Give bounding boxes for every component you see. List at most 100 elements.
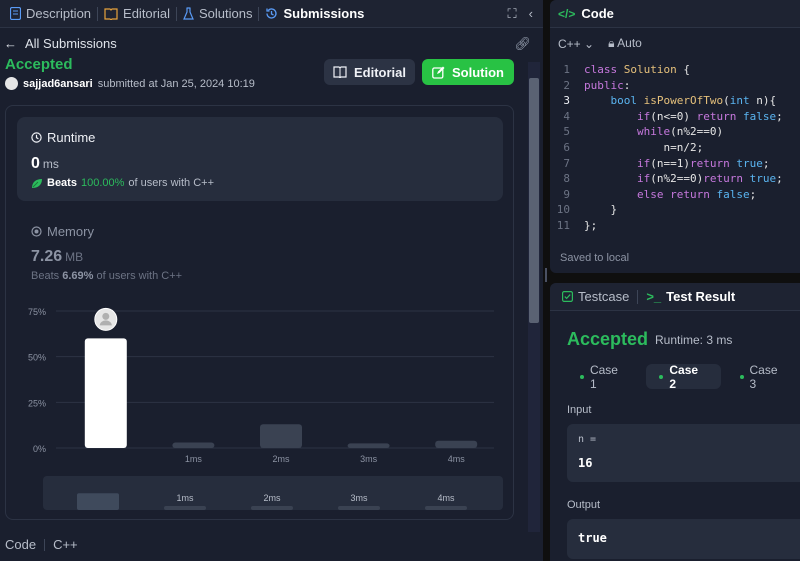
chart-bar: [435, 440, 478, 448]
chart-bar: [260, 424, 302, 448]
memory-title[interactable]: Memory: [31, 224, 94, 239]
code-text: };: [584, 218, 598, 232]
runtime-beats: Beats 100.00% of users with C++: [31, 177, 214, 189]
code-text: bool isPowerOfTwo(int n){: [610, 94, 777, 108]
tab-submissions[interactable]: Submissions: [259, 0, 370, 28]
editorial-button-label: Editorial: [353, 64, 406, 80]
chevron-down-icon: ⌄: [584, 36, 595, 51]
code-line[interactable]: 3 bool isPowerOfTwo(int n){: [550, 94, 800, 110]
line-number: 7: [563, 156, 570, 170]
resize-grip[interactable]: [545, 268, 547, 282]
code-label: Code: [5, 537, 37, 552]
tab-editorial-label: Editorial: [123, 6, 170, 21]
pass-dot-icon: [659, 374, 664, 379]
code-text: }: [584, 203, 618, 217]
code-section-header: Code C++: [5, 537, 78, 552]
case-tab-label: Case 3: [749, 362, 778, 391]
line-number: 2: [563, 78, 570, 92]
memory-title-label: Memory: [47, 224, 94, 239]
runtime-number: 0: [31, 155, 40, 172]
chart-bar: [84, 338, 127, 448]
code-line[interactable]: 2 public:: [550, 79, 800, 95]
submitted-time: submitted at Jan 25, 2024 10:19: [97, 77, 255, 90]
output-box[interactable]: true: [567, 519, 800, 559]
runtime-section[interactable]: Runtime 0 ms Beats 100.00% of users with …: [17, 117, 503, 201]
runtime-title-label: Runtime: [47, 130, 96, 145]
code-line[interactable]: 4 if(n<=0) return false;: [550, 110, 800, 126]
line-number: 1: [563, 63, 570, 76]
back-arrow-icon[interactable]: ←: [4, 36, 17, 51]
line-number: 3: [563, 94, 570, 108]
code-editor[interactable]: 1 class Solution {2 public: 3 bool isPowerO…: [550, 63, 800, 235]
auto-mode[interactable]: 🔒︎ Auto: [608, 36, 642, 51]
code-text: while(n%2==0): [636, 125, 724, 139]
tab-description[interactable]: Description: [4, 0, 97, 28]
code-line[interactable]: 7 if(n==1)return true;: [550, 157, 800, 173]
app-root: Description Editorial Solutions Submissi…: [0, 0, 800, 561]
mini-bar: [164, 506, 206, 510]
memory-chip-icon: [31, 226, 42, 237]
tab-editorial[interactable]: Editorial: [98, 0, 176, 28]
tab-solutions[interactable]: Solutions: [177, 0, 258, 28]
memory-beats-suffix: of users with C++: [96, 270, 183, 282]
case-tab-1[interactable]: Case 1: [567, 363, 640, 391]
memory-beats-pct: 6.69%: [62, 270, 94, 282]
tab-testcase[interactable]: Testcase: [562, 289, 629, 304]
tab-description-label: Description: [26, 6, 92, 21]
code-line[interactable]: 8 if(n%2==0)return true;: [550, 172, 800, 188]
input-box[interactable]: n = 16: [567, 424, 800, 482]
code-text: else return false;: [636, 187, 757, 201]
collapse-icon[interactable]: ‹: [529, 6, 533, 22]
panel-resizer[interactable]: [543, 0, 550, 561]
code-line[interactable]: 5 while(n%2==0): [550, 125, 800, 141]
code-line[interactable]: 9 else return false;: [550, 188, 800, 204]
line-number: 6: [563, 140, 570, 154]
runtime-beats-suffix: of users with C++: [128, 177, 214, 189]
x-tick-label: 2ms: [272, 454, 290, 464]
save-status: Saved to local: [560, 252, 630, 264]
submission-status: Accepted: [5, 56, 73, 73]
mini-tick-label: 3ms: [350, 493, 368, 503]
distribution-scrubber[interactable]: 1ms 2ms 3ms 4ms: [43, 476, 503, 510]
avatar[interactable]: [5, 77, 18, 90]
lock-icon: 🔒︎: [608, 36, 615, 50]
mini-tick-label: 2ms: [263, 493, 281, 503]
code-icon: </>: [558, 6, 576, 21]
code-line[interactable]: 10 }: [550, 203, 800, 219]
solution-button[interactable]: Solution: [422, 59, 514, 85]
submitter-info: sajjad6ansari submitted at Jan 25, 2024 …: [5, 77, 255, 90]
test-panel: Testcase >_ Test Result Accepted Runtime…: [550, 283, 800, 561]
editorial-button[interactable]: Editorial: [324, 59, 415, 85]
leaf-icon: [32, 178, 42, 188]
code-text: if(n<=0) return false;: [636, 109, 783, 123]
fullscreen-icon[interactable]: ⛶: [508, 6, 517, 22]
code-line[interactable]: 6 n=n/2;: [550, 141, 800, 157]
memory-value: 7.26 MB: [31, 248, 83, 266]
all-submissions-link[interactable]: All Submissions: [25, 36, 117, 51]
line-number: 9: [563, 187, 570, 201]
tab-actions: ⛶ ‹: [508, 6, 533, 22]
checkbox-icon: [562, 291, 573, 302]
x-tick-label: 3ms: [360, 454, 378, 464]
clock-icon: [31, 132, 42, 143]
case-tab-2[interactable]: Case 2: [646, 363, 721, 391]
line-number: 11: [556, 218, 570, 232]
case-tab-3[interactable]: Case 3: [727, 362, 800, 391]
language-select[interactable]: C++ ⌄: [558, 37, 594, 51]
username[interactable]: sajjad6ansari: [23, 78, 93, 90]
runtime-distribution-chart[interactable]: 75% 50% 25% 0% 1ms 2ms 3ms 4ms: [6, 296, 515, 476]
line-number: 8: [563, 172, 570, 186]
flask-icon: [183, 7, 194, 20]
y-tick-label: 25%: [28, 398, 46, 408]
output-value: true: [578, 531, 607, 545]
code-line[interactable]: 11};: [550, 219, 800, 235]
memory-number: 7.26: [31, 248, 63, 265]
input-variable: n =: [578, 434, 597, 445]
x-tick-label: 1ms: [185, 454, 203, 464]
tab-test-result[interactable]: >_ Test Result: [646, 289, 735, 304]
code-panel-header: </> Code: [550, 0, 800, 28]
scrollbar-thumb[interactable]: [529, 78, 539, 323]
link-icon[interactable]: 🔗︎: [514, 36, 531, 52]
code-line[interactable]: 1 class Solution {: [550, 63, 800, 79]
test-panel-header: Testcase >_ Test Result: [550, 283, 800, 311]
